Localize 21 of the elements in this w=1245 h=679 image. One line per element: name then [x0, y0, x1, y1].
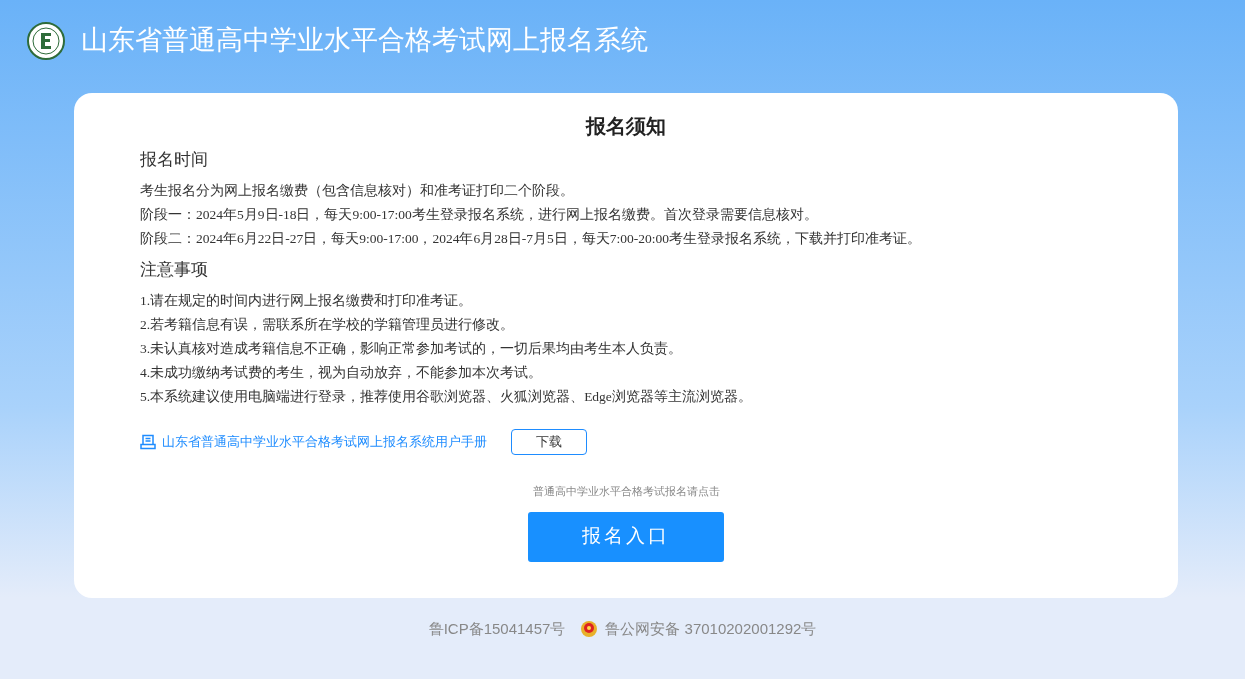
notice-line: 阶段一：2024年5月9日-18日，每天9:00-17:00考生登录报名系统，进行网上报名缴费。首次登录需要信息核对。 [140, 206, 819, 224]
notice-line: 3.未认真核对造成考籍信息不正确，影响正常参加考试的，一切后果均由考生本人负责。 [140, 340, 684, 358]
section-heading: 报名时间 [140, 149, 209, 171]
notice-line: 5.本系统建议使用电脑端进行登录，推荐使用谷歌浏览器、火狐浏览器、Edge浏览器等主流浏览器。 [140, 388, 753, 406]
notice-line: 4.未成功缴纳考试费的考生，视为自动放弃，不能参加本次考试。 [140, 364, 544, 382]
entry-hint: 普通高中学业水平合格考试报名请点击 [532, 484, 720, 499]
police-badge-icon [579, 619, 600, 640]
register-entry-button[interactable]: 报名入口 [528, 511, 724, 562]
section-heading: 注意事项 [140, 259, 209, 281]
icp-record: 鲁ICP备15041457号 [428, 619, 566, 639]
notice-line: 1.请在规定的时间内进行网上报名缴费和打印准考证。 [140, 292, 474, 310]
notice-line: 阶段二：2024年6月22日-27日，每天9:00-17:00，2024年6月28日-7月5日，每天7:00-20:00考生登录报名系统，下载并打印准考证。 [140, 230, 922, 248]
site-title: 山东省普通高中学业水平合格考试网上报名系统 [81, 24, 648, 58]
logo-icon [27, 21, 65, 60]
document-icon [140, 434, 156, 450]
notice-line: 考生报名分为网上报名缴费（包含信息核对）和准考证打印二个阶段。 [140, 182, 575, 200]
manual-link[interactable]: 山东省普通高中学业水平合格考试网上报名系统用户手册 [140, 432, 487, 452]
download-button[interactable]: 下载 [511, 429, 587, 455]
notice-title: 报名须知 [584, 114, 667, 139]
notice-line: 2.若考籍信息有误，需联系所在学校的学籍管理员进行修改。 [140, 316, 516, 334]
police-record: 鲁公网安备 37010202001292号 [605, 619, 817, 639]
